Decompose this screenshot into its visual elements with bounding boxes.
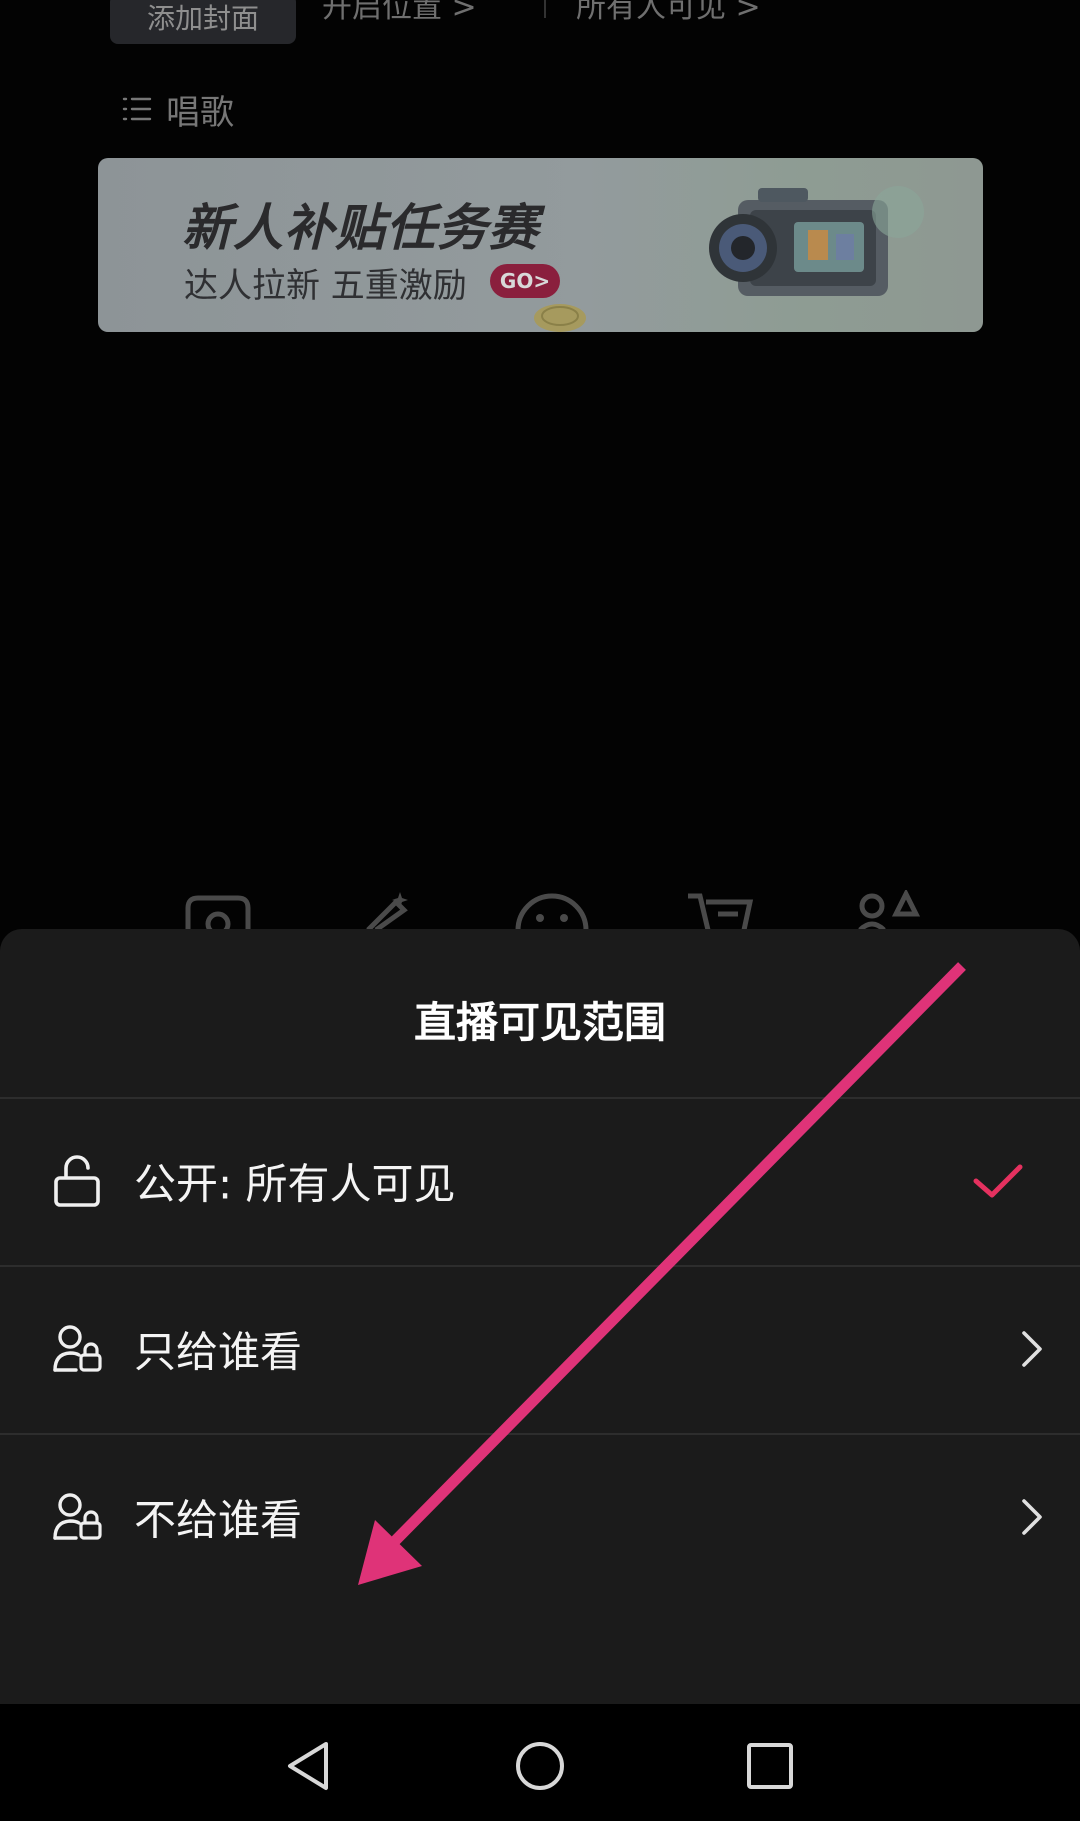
people-icon[interactable] (856, 890, 922, 930)
camera-illustration (709, 186, 924, 296)
option-public[interactable]: 公开: 所有人可见 (0, 1099, 1080, 1263)
user-lock-icon (53, 1325, 102, 1372)
add-cover-button[interactable]: 添加封面 (110, 0, 296, 44)
option-visible-to[interactable]: 只给谁看 (0, 1267, 1080, 1431)
check-icon (973, 1164, 1023, 1198)
banner-subtitle: 达人拉新 五重激励 (184, 266, 467, 306)
cart-icon[interactable] (684, 890, 754, 930)
dimmed-background: 添加封面 开启位置 > 所有人可见 > 唱歌 新人补贴任务赛 达人拉新 五重激励… (0, 0, 1080, 930)
banner-go-button[interactable]: GO> (490, 264, 560, 298)
divider (544, 0, 546, 18)
emoji-icon[interactable] (514, 890, 590, 930)
bottom-toolbar (0, 890, 1080, 930)
topic-label: 唱歌 (166, 92, 234, 133)
chevron-right-icon (1022, 1331, 1042, 1367)
option-label: 只给谁看 (134, 1327, 303, 1377)
unlock-icon (54, 1155, 100, 1207)
topic-selector[interactable]: 唱歌 (122, 86, 234, 133)
recents-icon[interactable] (742, 1738, 798, 1794)
promo-banner[interactable]: 新人补贴任务赛 达人拉新 五重激励 GO> (98, 158, 983, 332)
banner-title: 新人补贴任务赛 (182, 199, 539, 257)
back-icon[interactable] (280, 1738, 336, 1794)
beauty-wand-icon[interactable] (360, 890, 420, 930)
option-label: 不给谁看 (134, 1495, 303, 1545)
option-hidden-from[interactable]: 不给谁看 (0, 1435, 1080, 1599)
navigation-bar (0, 1704, 1080, 1821)
option-label: 公开: 所有人可见 (134, 1159, 456, 1209)
visibility-link[interactable]: 所有人可见 > (576, 0, 761, 28)
home-icon[interactable] (512, 1738, 568, 1794)
list-icon (122, 97, 152, 121)
chevron-right-icon (1022, 1499, 1042, 1535)
location-link[interactable]: 开启位置 > (322, 0, 477, 28)
user-lock-icon (53, 1493, 102, 1540)
camera-flip-icon[interactable] (178, 890, 258, 930)
coin-icon (534, 304, 586, 332)
visibility-sheet: 直播可见范围 公开: 所有人可见 只给谁看 不给谁看 (0, 929, 1080, 1704)
sheet-title: 直播可见范围 (413, 998, 666, 1047)
